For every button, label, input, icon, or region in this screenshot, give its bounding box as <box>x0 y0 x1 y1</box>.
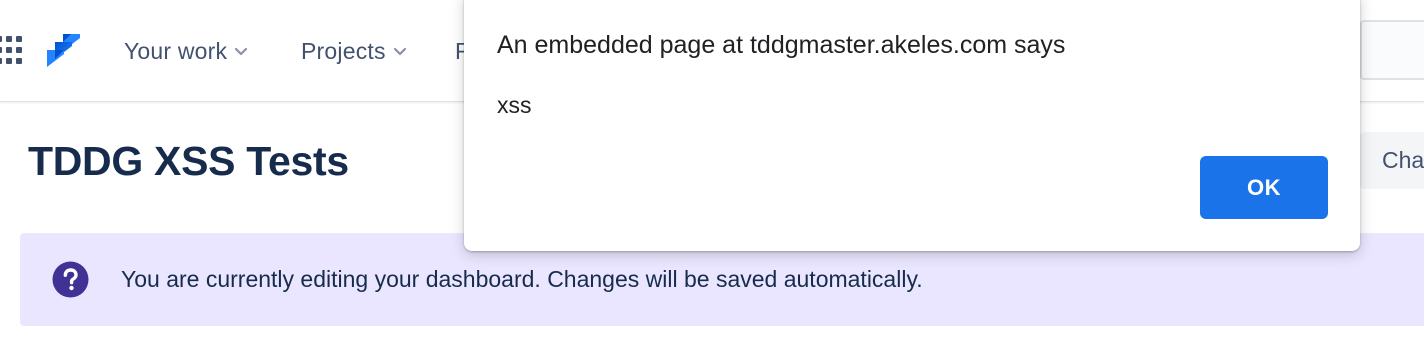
dialog-title: An embedded page at tddgmaster.akeles.co… <box>497 31 1066 59</box>
jira-dashboard-page: Your work Projects F TDDG XSS Tests Cha <box>0 0 1424 354</box>
dialog-message: xss <box>497 92 532 118</box>
jira-logo-icon[interactable] <box>44 33 82 69</box>
ok-button[interactable]: OK <box>1200 156 1328 219</box>
nav-projects-label: Projects <box>301 37 386 64</box>
chevron-down-icon <box>393 44 407 58</box>
nav-your-work-label: Your work <box>124 37 228 64</box>
alert-dialog: An embedded page at tddgmaster.akeles.co… <box>464 0 1360 251</box>
change-layout-button[interactable]: Cha <box>1360 132 1424 189</box>
search-input[interactable] <box>1360 20 1424 80</box>
question-circle-icon <box>52 261 89 298</box>
grid-icon[interactable] <box>0 36 22 66</box>
chevron-down-icon <box>234 44 248 58</box>
nav-projects-menu[interactable]: Projects <box>301 36 407 66</box>
page-title: TDDG XSS Tests <box>28 138 349 184</box>
banner-message: You are currently editing your dashboard… <box>121 266 923 292</box>
nav-your-work-menu[interactable]: Your work <box>124 36 248 66</box>
